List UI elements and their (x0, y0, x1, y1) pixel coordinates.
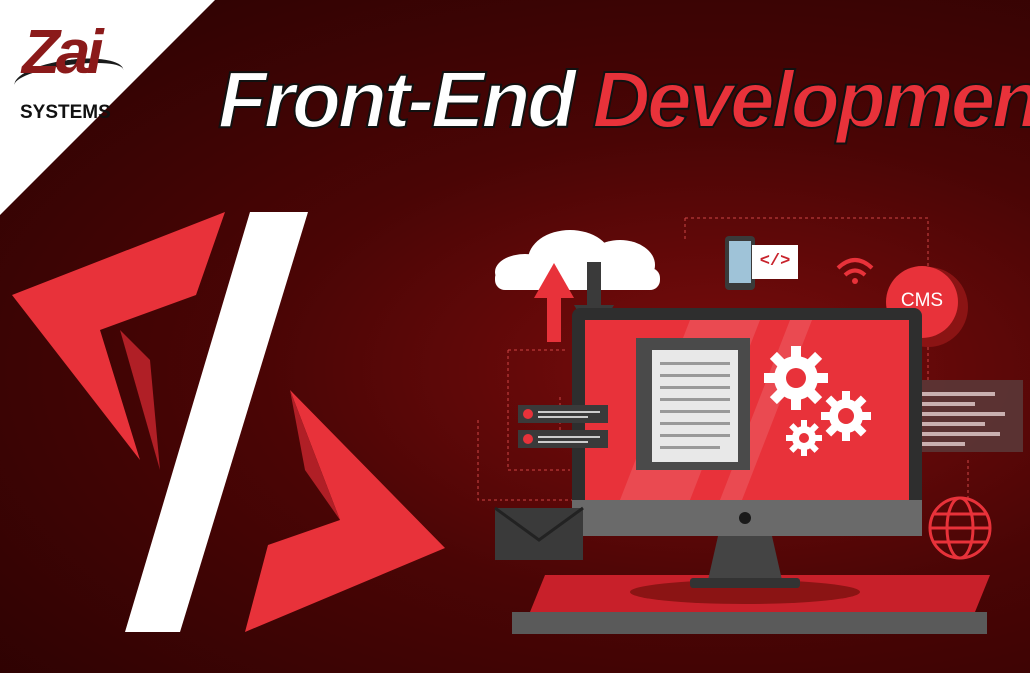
cloud-icon (495, 230, 660, 290)
code-slash-icon (12, 212, 445, 632)
illustration (12, 212, 1023, 634)
banner: Zai SYSTEMS Front-End Development </> CM… (0, 0, 1030, 673)
code-tag-label: </> (759, 252, 791, 271)
envelope-icon (494, 506, 584, 560)
wifi-icon (836, 258, 874, 284)
phone-icon (725, 236, 755, 290)
document-icon (636, 338, 750, 470)
globe-icon (928, 496, 992, 560)
cms-label: CMS (900, 290, 944, 311)
